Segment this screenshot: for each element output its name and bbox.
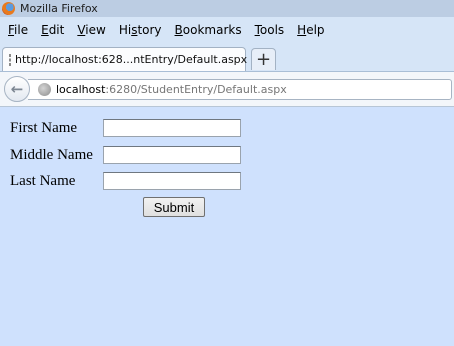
last-name-row: Last Name [10,170,241,192]
menu-label: elp [306,23,325,37]
middle-name-row: Middle Name [10,144,241,166]
menu-label: Hi [118,23,132,37]
submit-button[interactable]: Submit [143,197,205,217]
back-arrow-icon: ← [10,80,24,98]
menu-label: iew [85,23,106,37]
menu-tools[interactable]: Tools [249,17,292,44]
page-content: First Name Middle Name Last Name Submit [0,107,454,346]
navigation-bar: localhost:6280/StudentEntry/Default.aspx… [0,72,454,107]
menu-label: tory [137,23,162,37]
tab-strip: http://localhost:628...ntEntry/Default.a… [0,44,454,72]
globe-icon [38,83,51,96]
url-host: localhost [56,83,106,96]
last-name-input[interactable] [103,172,241,190]
menu-label: ile [14,23,29,37]
menu-mnemonic: H [297,23,307,37]
middle-name-input[interactable] [103,146,241,164]
first-name-label: First Name [10,119,78,136]
first-name-input[interactable] [103,119,241,137]
menu-mnemonic: B [174,23,183,37]
new-tab-button[interactable]: + [251,48,276,70]
back-button[interactable]: ← [4,76,30,102]
menu-help[interactable]: Help [291,17,331,44]
page-icon [9,53,11,66]
tab-title: http://localhost:628...ntEntry/Default.a… [15,53,248,66]
menu-edit[interactable]: Edit [35,17,71,44]
menu-label: ookmarks [182,23,242,37]
firefox-logo-icon [2,2,15,15]
menu-bar: File Edit View History Bookmarks Tools H… [0,17,454,44]
menu-label: dit [48,23,65,37]
menu-history[interactable]: History [113,17,169,44]
plus-icon: + [255,48,272,70]
window-title-bar: Mozilla Firefox [0,0,454,17]
first-name-row: First Name [10,117,241,139]
address-bar[interactable]: localhost:6280/StudentEntry/Default.aspx [28,79,452,100]
menu-mnemonic: E [41,23,49,37]
menu-label: ools [259,23,285,37]
tab-default-aspx[interactable]: http://localhost:628...ntEntry/Default.a… [2,47,248,71]
last-name-label: Last Name [10,172,76,189]
menu-view[interactable]: View [71,17,112,44]
middle-name-label: Middle Name [10,146,93,163]
menu-bookmarks[interactable]: Bookmarks [169,17,249,44]
window-title: Mozilla Firefox [20,2,98,15]
menu-file[interactable]: File [0,17,35,44]
url-path: :6280/StudentEntry/Default.aspx [105,83,287,96]
